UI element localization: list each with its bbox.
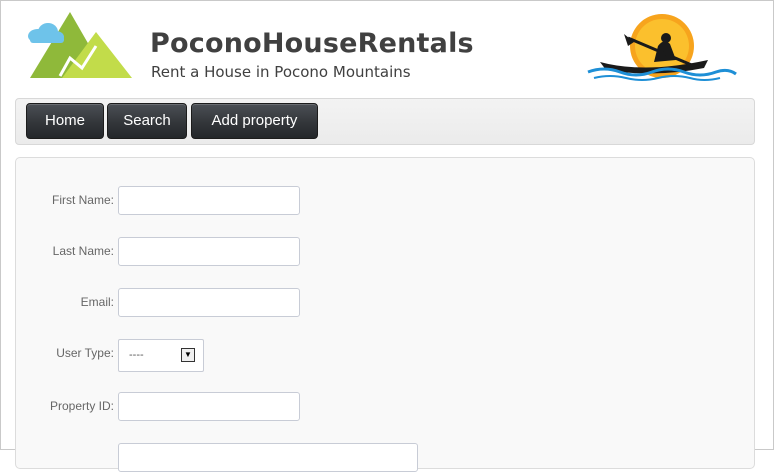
property-id-input[interactable] (118, 392, 300, 421)
nav-add-property-button[interactable]: Add property (191, 103, 318, 139)
nav-search-button[interactable]: Search (107, 103, 187, 139)
user-type-selected-value: ---- (129, 349, 144, 361)
user-type-label: User Type: (56, 346, 114, 360)
brand-tagline: Rent a House in Pocono Mountains (151, 63, 411, 81)
mountain-logo-icon (28, 12, 132, 78)
nav-home-button[interactable]: Home (26, 103, 104, 139)
email-input[interactable] (118, 288, 300, 317)
first-name-input[interactable] (118, 186, 300, 215)
property-id-label: Property ID: (49, 399, 114, 413)
user-type-select[interactable]: ---- ▼ (118, 339, 204, 372)
first-name-label: First Name: (51, 193, 114, 207)
chevron-down-icon[interactable]: ▼ (181, 348, 195, 362)
last-name-input[interactable] (118, 237, 300, 266)
next-field-input[interactable] (118, 443, 418, 472)
last-name-label: Last Name: (52, 244, 114, 258)
brand-title: PoconoHouseRentals (150, 28, 474, 59)
kayak-sun-icon (587, 14, 737, 81)
email-label: Email: (80, 295, 114, 309)
main-nav: Home Search Add property (15, 98, 755, 145)
